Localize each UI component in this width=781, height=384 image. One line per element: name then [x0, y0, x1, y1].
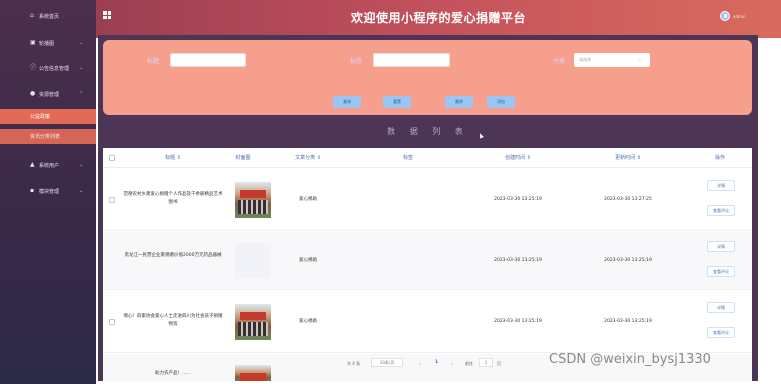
row-created: 2023-03-30 13:25:19: [494, 197, 542, 202]
sidebar: ⌂ 系统首页 ▣ 轮播图 ⌄ ⓘ 公告信息管理 ⌄ ● 资源管理 ⌃ 公益政策 …: [0, 0, 96, 384]
row-updated: 2023-03-30 13:25:19: [604, 258, 652, 263]
goto-page-input[interactable]: 1: [479, 358, 493, 367]
detail-button[interactable]: 详情: [707, 180, 735, 191]
sidebar-subitem-label: 公益政策: [30, 114, 51, 120]
chevron-down-icon: ⌄: [637, 56, 642, 62]
column-header-cover: 封面图: [235, 155, 251, 161]
sidebar-item-notice[interactable]: ⓘ 公告信息管理 ⌄: [0, 58, 96, 78]
row-checkbox[interactable]: [109, 319, 115, 325]
map-pin-icon: ●: [30, 90, 36, 97]
column-header-tags: 标签: [402, 155, 413, 161]
row-checkbox[interactable]: [109, 197, 115, 203]
row-cover-image: [235, 182, 271, 218]
sidebar-item-label: 资源管理: [39, 91, 60, 98]
user-name[interactable]: admin: [733, 14, 746, 19]
grid-icon: ▪: [30, 187, 35, 194]
query-button[interactable]: 查询: [333, 96, 361, 108]
current-page[interactable]: 1: [435, 360, 438, 365]
column-header-title[interactable]: 标题 ⇕: [133, 154, 213, 161]
category-select[interactable]: 请选择 ⌄: [574, 53, 650, 67]
view-comments-button[interactable]: 查看评论: [707, 327, 735, 338]
sidebar-item-carousel[interactable]: ▣ 轮播图 ⌄: [0, 33, 96, 53]
sidebar-item-label: 模块管理: [39, 188, 60, 195]
watermark: CSDN @weixin_bysj1330: [549, 352, 711, 367]
row-cover-image: [235, 304, 271, 340]
row-category: 爱心捐助: [299, 319, 317, 324]
user-icon: ▲: [30, 161, 35, 168]
sidebar-item-home[interactable]: ⌂ 系统首页: [0, 6, 96, 26]
sidebar-item-label: 公告信息管理: [39, 65, 70, 72]
row-updated: 2023-03-30 13:25:19: [604, 319, 652, 324]
row-cover-image: [235, 243, 271, 279]
prev-page-icon[interactable]: ‹: [419, 361, 421, 366]
row-category: 爱心捐助: [299, 197, 317, 202]
table-header: 标题 ⇕ 封面图 文章分类 ⇕ 标签 创建时间 ⇕ 更新时间 ⇕ 操作: [103, 148, 752, 168]
table-section-title: 数 据 列 表: [387, 127, 469, 136]
top-header: 欢迎使用小程序的爱心捐赠平台 admin: [96, 0, 781, 38]
chevron-down-icon: ⌄: [79, 65, 84, 71]
sidebar-item-label: 轮播图: [39, 40, 55, 47]
info-circle-icon: ⓘ: [30, 64, 37, 71]
row-updated: 2023-03-30 13:27:25: [604, 197, 652, 202]
detail-button[interactable]: 详情: [707, 241, 735, 252]
tags-label: 标签: [350, 58, 363, 65]
detail-button[interactable]: 详情: [707, 302, 735, 313]
row-title: 助力农产品！……: [155, 371, 191, 376]
title-label: 标题: [147, 58, 160, 65]
view-comments-button[interactable]: 查看评论: [707, 205, 735, 216]
sidebar-item-label: 系统首页: [39, 13, 60, 20]
chevron-down-icon: ⌄: [79, 40, 84, 46]
pager-total: 共 4 条: [347, 361, 361, 366]
table-row: 范德农村乡建爱心捐赠个人作品及千余册精品艺术图书 爱心捐助 2023-03-30…: [103, 169, 752, 231]
table-row: 黑龙江一民营企业家捐赠价值2000万元药品器械 爱心捐助 2023-03-30 …: [103, 232, 752, 290]
image-icon: ▣: [30, 39, 36, 46]
sidebar-subitem-news-categories[interactable]: 资讯分类列表: [0, 129, 96, 144]
chevron-down-icon: ⌄: [79, 162, 84, 168]
sidebar-item-users[interactable]: ▲ 系统用户 ⌄: [0, 155, 96, 175]
data-table: 标题 ⇕ 封面图 文章分类 ⇕ 标签 创建时间 ⇕ 更新时间 ⇕ 操作 范德农村…: [103, 148, 752, 381]
view-comments-button[interactable]: 查看评论: [707, 266, 735, 277]
sidebar-subitem-policy[interactable]: 公益政策: [0, 109, 96, 124]
page-size-select[interactable]: 10条/页: [371, 358, 403, 367]
goto-label: 前往: [465, 361, 473, 366]
row-title: 情心！四家协会爱心人士走进四川为社会孩子捐赠物资: [123, 314, 223, 327]
column-header-action: 操作: [714, 155, 725, 161]
home-icon: ⌂: [30, 12, 34, 19]
avatar[interactable]: [720, 11, 730, 21]
app-title: 欢迎使用小程序的爱心捐赠平台: [350, 11, 526, 25]
select-all-checkbox[interactable]: [109, 155, 115, 161]
reset-button[interactable]: 重置: [383, 96, 411, 108]
goto-unit: 页: [497, 361, 501, 366]
category-select-placeholder: 请选择: [579, 57, 591, 62]
column-header-updated[interactable]: 更新时间 ⇕: [598, 154, 658, 161]
sidebar-item-modules[interactable]: ▪ 模块管理 ⌄: [0, 181, 96, 201]
delete-button[interactable]: 删除: [445, 96, 473, 108]
title-input[interactable]: [170, 53, 246, 67]
search-form: 标题 标签 分类 请选择 ⌄ 查询 重置 删除 添加: [103, 40, 752, 115]
row-title: 黑龙江一民营企业家捐赠价值2000万元药品器械: [124, 253, 222, 258]
sidebar-subitem-label: 资讯分类列表: [30, 134, 61, 140]
tags-input[interactable]: [373, 53, 450, 67]
row-title: 范德农村乡建爱心捐赠个人作品及千余册精品艺术图书: [123, 192, 223, 205]
sidebar-item-resources[interactable]: ● 资源管理 ⌃: [0, 84, 96, 104]
table-row: 情心！四家协会爱心人士走进四川为社会孩子捐赠物资 爱心捐助 2023-03-30…: [103, 291, 752, 353]
column-header-created[interactable]: 创建时间 ⇕: [488, 154, 548, 161]
row-created: 2023-03-30 13:25:19: [494, 258, 542, 263]
chevron-down-icon: ⌄: [79, 188, 84, 194]
chevron-up-icon: ⌃: [79, 91, 84, 97]
category-label: 分类: [553, 58, 566, 65]
add-button[interactable]: 添加: [487, 96, 515, 108]
row-created: 2023-03-30 13:25:19: [494, 319, 542, 324]
next-page-icon[interactable]: ›: [451, 361, 453, 366]
sidebar-item-label: 系统用户: [39, 162, 60, 169]
column-header-category[interactable]: 文章分类 ⇕: [283, 154, 333, 161]
row-category: 爱心捐助: [299, 258, 317, 263]
